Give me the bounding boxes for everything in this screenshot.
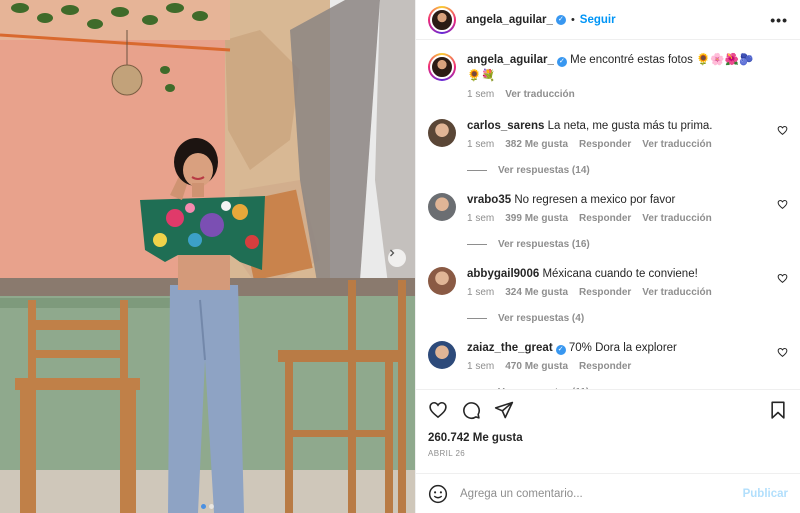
heart-icon[interactable] <box>428 400 448 420</box>
carousel-indicator <box>0 504 415 509</box>
view-replies-label: Ver respuestas (4) <box>498 313 585 324</box>
bookmark-icon[interactable] <box>768 400 788 420</box>
comment-translate-link[interactable]: Ver traducción <box>642 287 711 298</box>
follow-button[interactable]: Seguir <box>580 14 616 26</box>
verified-badge-icon: ✓ <box>555 14 566 25</box>
comment-heart-icon[interactable] <box>777 125 788 136</box>
caption-time[interactable]: 1 sem <box>467 89 494 100</box>
post-date[interactable]: ABRIL 26 <box>416 447 800 461</box>
comment-bubble-icon[interactable] <box>461 400 481 420</box>
view-replies-button[interactable]: Ver respuestas (4) <box>467 313 788 324</box>
comment-translate-link[interactable]: Ver traducción <box>642 213 711 224</box>
emoji-icon[interactable] <box>428 484 448 504</box>
more-options-icon[interactable]: ••• <box>770 12 788 28</box>
comment-text: La neta, me gusta más tu prima. <box>547 120 713 132</box>
like-count[interactable]: 260.742 Me gusta <box>416 429 800 447</box>
reply-button[interactable]: Responder <box>579 361 631 372</box>
chevron-right-icon <box>390 249 395 257</box>
caption-translate-link[interactable]: Ver traducción <box>505 89 574 100</box>
publish-button[interactable]: Publicar <box>743 488 788 500</box>
comment-like-count[interactable]: 382 Me gusta <box>505 139 568 150</box>
comment-heart-icon[interactable] <box>777 199 788 210</box>
comment-text: No regresen a mexico por favor <box>514 194 676 206</box>
post-side-panel: angela_aguilar_ ✓ • Seguir ••• angela_ag… <box>415 0 800 513</box>
post-header: angela_aguilar_ ✓ • Seguir ••• <box>416 0 800 40</box>
reply-button[interactable]: Responder <box>579 287 631 298</box>
caption-username[interactable]: angela_aguilar_ <box>467 54 554 66</box>
carousel-dot <box>209 504 214 509</box>
commenter-avatar[interactable] <box>428 193 456 221</box>
carousel-dot-active <box>201 504 206 509</box>
view-replies-button[interactable]: Ver respuestas (16) <box>467 239 788 250</box>
action-bar <box>416 389 800 429</box>
comment-username[interactable]: abbygail9006 <box>467 268 539 280</box>
replies-divider <box>467 318 487 319</box>
comments-list[interactable]: angela_aguilar_ ✓ Me encontré estas fotos… <box>416 40 800 389</box>
replies-divider <box>467 244 487 245</box>
commenter-avatar[interactable] <box>428 341 456 369</box>
commenter-avatar[interactable] <box>428 119 456 147</box>
author-avatar[interactable] <box>428 53 456 81</box>
view-replies-button[interactable]: Ver respuestas (11) <box>467 387 788 389</box>
comment-text: Méxicana cuando te conviene! <box>542 268 698 280</box>
paper-plane-icon[interactable] <box>494 400 514 420</box>
comment-text: 70% Dora la explorer <box>568 342 677 354</box>
comment-time[interactable]: 1 sem <box>467 213 494 224</box>
caption: angela_aguilar_ ✓ Me encontré estas fotos… <box>428 52 788 100</box>
comment-like-count[interactable]: 470 Me gusta <box>505 361 568 372</box>
comment-username[interactable]: vrabo35 <box>467 194 511 206</box>
comment: carlos_sarens La neta, me gusta más tu p… <box>428 118 788 176</box>
author-avatar[interactable] <box>428 5 456 34</box>
comment-heart-icon[interactable] <box>777 273 788 284</box>
view-replies-label: Ver respuestas (16) <box>498 239 590 250</box>
separator: • <box>570 13 575 26</box>
view-replies-label: Ver respuestas (14) <box>498 165 590 176</box>
comment-input[interactable] <box>460 487 743 500</box>
comment-time[interactable]: 1 sem <box>467 287 494 298</box>
post-photo[interactable] <box>0 0 415 513</box>
comment-like-count[interactable]: 399 Me gusta <box>505 213 568 224</box>
comment: vrabo35 No regresen a mexico por favor 1… <box>428 192 788 250</box>
verified-badge-icon: ✓ <box>556 57 567 67</box>
commenter-avatar[interactable] <box>428 267 456 295</box>
comment-translate-link[interactable]: Ver traducción <box>642 139 711 150</box>
comment-time[interactable]: 1 sem <box>467 139 494 150</box>
view-replies-label: Ver respuestas (11) <box>498 387 589 389</box>
next-photo-button[interactable] <box>388 249 406 267</box>
post-image <box>0 0 415 513</box>
reply-button[interactable]: Responder <box>579 213 631 224</box>
comment: abbygail9006 Méxicana cuando te conviene… <box>428 266 788 324</box>
comment-like-count[interactable]: 324 Me gusta <box>505 287 568 298</box>
comment-time[interactable]: 1 sem <box>467 361 494 372</box>
verified-badge-icon: ✓ <box>555 345 566 355</box>
reply-button[interactable]: Responder <box>579 139 631 150</box>
author-username[interactable]: angela_aguilar_ <box>466 14 553 26</box>
comment-username[interactable]: carlos_sarens <box>467 120 544 132</box>
comment-username[interactable]: zaiaz_the_great <box>467 342 553 354</box>
comment: zaiaz_the_great ✓ 70% Dora la explorer 1 … <box>428 340 788 389</box>
view-replies-button[interactable]: Ver respuestas (14) <box>467 165 788 176</box>
comment-composer: Publicar <box>416 473 800 513</box>
comment-heart-icon[interactable] <box>777 347 788 358</box>
replies-divider <box>467 170 487 171</box>
